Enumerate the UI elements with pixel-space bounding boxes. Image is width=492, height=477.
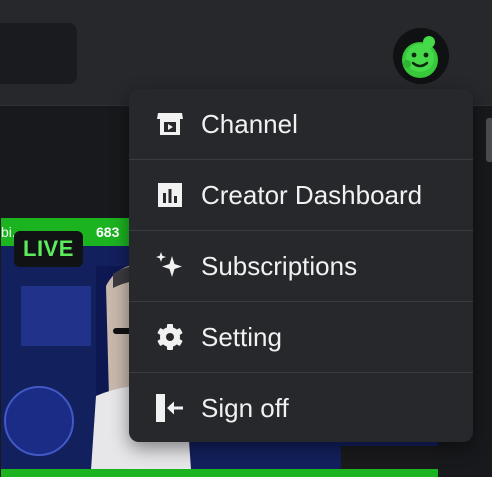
channel-icon	[153, 107, 187, 141]
menu-item-sign-off[interactable]: Sign off	[129, 373, 473, 442]
menu-item-subscriptions[interactable]: Subscriptions	[129, 231, 473, 302]
viewer-count: 683	[96, 224, 120, 240]
menu-item-label: Creator Dashboard	[201, 180, 423, 210]
menu-item-label: Setting	[201, 322, 282, 352]
menu-item-label: Subscriptions	[201, 251, 358, 281]
sign-out-icon	[153, 391, 187, 425]
avatar-button[interactable]	[393, 28, 449, 84]
live-badge: LIVE	[14, 231, 83, 267]
profile-menu: Channel Creator Dashboard Subscriptions	[129, 89, 473, 442]
scrollbar-thumb[interactable]	[486, 118, 492, 162]
gear-icon	[153, 320, 187, 354]
sparkle-icon	[153, 249, 187, 283]
dashboard-icon	[153, 178, 187, 212]
menu-item-label: Channel	[201, 109, 298, 139]
menu-item-setting[interactable]: Setting	[129, 302, 473, 373]
menu-item-creator-dashboard[interactable]: Creator Dashboard	[129, 160, 473, 231]
menu-item-channel[interactable]: Channel	[129, 89, 473, 160]
avatar-icon	[393, 28, 449, 84]
stream-progress-bar	[1, 469, 438, 477]
menu-item-label: Sign off	[201, 393, 289, 423]
search-input[interactable]	[0, 23, 77, 84]
